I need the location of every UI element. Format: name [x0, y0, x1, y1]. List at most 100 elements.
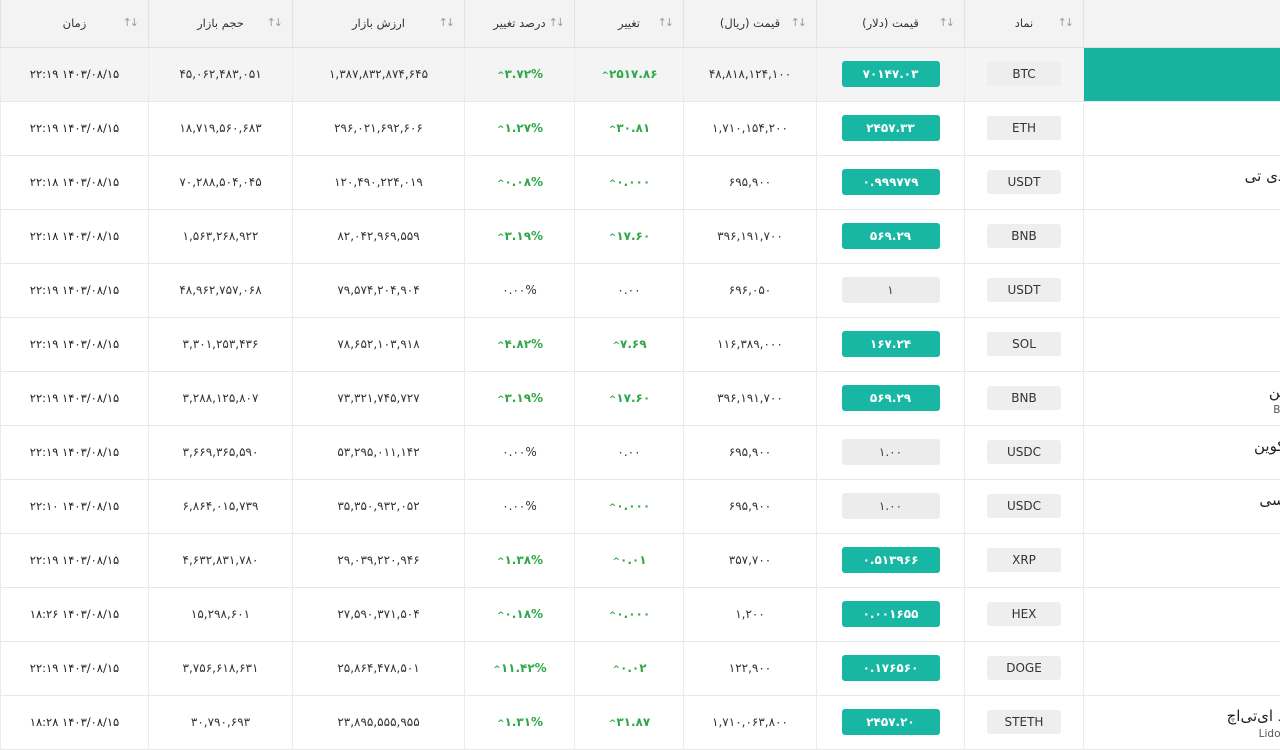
cell-change-percent: ^۰.۱۸%: [464, 587, 575, 641]
cell-time: ۱۸:۲۶ ۱۴۰۳/۰۸/۱۵: [0, 587, 149, 641]
header-market-cap[interactable]: ↑↓ ارزش بازار: [292, 0, 465, 48]
cell-market-cap: ۱۲۰,۴۹۰,۲۲۴,۰۱۹: [292, 155, 465, 209]
table-row[interactable]: ۲۲:۱۹ ۱۴۰۳/۰۸/۱۵ ۴۵,۰۶۲,۴۸۳,۰۵۱ ۱,۳۸۷,۸۳…: [0, 47, 1280, 101]
cell-market-cap: ۷۳,۳۲۱,۷۴۵,۷۲۷: [292, 371, 465, 425]
sort-arrows-icon[interactable]: ↑↓: [439, 16, 456, 29]
cell-volume: ۴۸,۹۶۲,۷۵۷,۰۶۸: [148, 263, 293, 317]
cell-time: ۲۲:۱۹ ۱۴۰۳/۰۸/۱۵: [0, 47, 149, 101]
symbol-badge: DOGE: [987, 656, 1061, 680]
table-row[interactable]: ۲۲:۱۹ ۱۴۰۳/۰۸/۱۵ ۳,۷۵۶,۶۱۸,۶۳۱ ۲۵,۸۶۴,۴۷…: [0, 641, 1280, 695]
cell-time: ۲۲:۱۹ ۱۴۰۳/۰۸/۱۵: [0, 533, 149, 587]
cell-change: ^۳۱.۸۷: [574, 695, 684, 749]
cell-volume: ۱,۵۶۳,۲۶۸,۹۲۲: [148, 209, 293, 263]
cell-price-usd: ۰.۰۰۱۶۵۵: [816, 587, 965, 641]
table-row[interactable]: ۲۲:۱۹ ۱۴۰۳/۰۸/۱۵ ۴۸,۹۶۲,۷۵۷,۰۶۸ ۷۹,۵۷۴,۲…: [0, 263, 1280, 317]
price-usd-badge: ۲۴۵۷.۲۰: [841, 709, 940, 735]
table-row[interactable]: ۲۲:۱۹ ۱۴۰۳/۰۸/۱۵ ۳,۲۸۸,۱۲۵,۸۰۷ ۷۳,۳۲۱,۷۴…: [0, 371, 1280, 425]
table-row[interactable]: ۱۸:۲۸ ۱۴۰۳/۰۸/۱۵ ۳۰,۷۹۰,۶۹۳ ۲۳,۸۹۵,۵۵۵,۹…: [0, 695, 1280, 749]
cell-symbol: USDC: [964, 479, 1084, 533]
cell-name[interactable]: [1083, 317, 1280, 371]
sort-arrows-icon[interactable]: ↑↓: [939, 16, 956, 29]
cell-name[interactable]: [1083, 587, 1280, 641]
cell-name[interactable]: [1083, 101, 1280, 155]
cell-price-rial: ۱۲۲,۹۰۰: [683, 641, 817, 695]
cell-price-usd: ۰.۹۹۹۷۷۹: [816, 155, 965, 209]
sort-arrows-icon[interactable]: ↑↓: [123, 16, 140, 29]
cell-name[interactable]: [1083, 533, 1280, 587]
up-arrow-icon: ^: [612, 341, 620, 351]
cell-time: ۲۲:۱۹ ۱۴۰۳/۰۸/۱۵: [0, 425, 149, 479]
table-row[interactable]: ۲۲:۱۹ ۱۴۰۳/۰۸/۱۵ ۳,۳۰۱,۲۵۳,۴۳۶ ۷۸,۶۵۲,۱۰…: [0, 317, 1280, 371]
symbol-badge: SOL: [987, 332, 1061, 356]
cell-change-percent: ^۳.۱۹%: [464, 209, 575, 263]
cell-symbol: STETH: [964, 695, 1084, 749]
header-name: [1083, 0, 1280, 48]
cell-name[interactable]: [1083, 641, 1280, 695]
cell-symbol: BNB: [964, 209, 1084, 263]
cell-price-usd: ۱۶۷.۲۴: [816, 317, 965, 371]
header-price-usd[interactable]: ↑↓ قیمت (دلار): [816, 0, 965, 48]
cell-name[interactable]: د ای‌تی‌اچ Lido: [1083, 695, 1280, 749]
cell-market-cap: ۲۹۶,۰۲۱,۶۹۲,۶۰۶: [292, 101, 465, 155]
price-usd-badge: ۰.۹۹۹۷۷۹: [841, 169, 940, 195]
price-usd-badge: ۰.۵۱۳۹۶۶: [841, 547, 940, 573]
cell-price-rial: ۳۵۷,۷۰۰: [683, 533, 817, 587]
header-volume[interactable]: ↑↓ حجم بازار: [148, 0, 293, 48]
symbol-badge: USDC: [987, 494, 1061, 518]
sort-arrows-icon[interactable]: ↑↓: [267, 16, 284, 29]
cell-symbol: USDC: [964, 425, 1084, 479]
symbol-badge: USDT: [987, 170, 1061, 194]
header-time[interactable]: ↑↓ زمان: [0, 0, 149, 48]
sort-arrows-icon[interactable]: ↑↓: [549, 16, 566, 29]
cell-price-rial: ۴۸,۸۱۸,۱۲۴,۱۰۰: [683, 47, 817, 101]
symbol-badge: ETH: [987, 116, 1061, 140]
table-row[interactable]: ۲۲:۱۸ ۱۴۰۳/۰۸/۱۵ ۱,۵۶۳,۲۶۸,۹۲۲ ۸۲,۰۴۲,۹۶…: [0, 209, 1280, 263]
cell-price-rial: ۶۹۵,۹۰۰: [683, 425, 817, 479]
header-symbol[interactable]: ↑↓ نماد: [964, 0, 1084, 48]
cell-change-percent: ۰.۰۰%: [464, 263, 575, 317]
coin-name: کوین: [1254, 436, 1280, 455]
table-row[interactable]: ۲۲:۱۰ ۱۴۰۳/۰۸/۱۵ ۶,۸۶۴,۰۱۵,۷۳۹ ۳۵,۳۵۰,۹۳…: [0, 479, 1280, 533]
sort-arrows-icon[interactable]: ↑↓: [791, 16, 808, 29]
cell-volume: ۴,۶۳۲,۸۳۱,۷۸۰: [148, 533, 293, 587]
price-usd-badge: ۱.۰۰: [841, 439, 940, 465]
table-row[interactable]: ۱۸:۲۶ ۱۴۰۳/۰۸/۱۵ ۱۵,۲۹۸,۶۰۱ ۲۷,۵۹۰,۳۷۱,۵…: [0, 587, 1280, 641]
cell-price-usd: ۱: [816, 263, 965, 317]
cell-change-percent: ^۱.۳۸%: [464, 533, 575, 587]
cell-change: ^۱۷.۶۰: [574, 371, 684, 425]
header-change[interactable]: ↑↓ تغییر: [574, 0, 684, 48]
symbol-badge: STETH: [987, 710, 1061, 734]
price-usd-badge: ۰.۱۷۶۵۶۰: [841, 655, 940, 681]
table-row[interactable]: ۲۲:۱۹ ۱۴۰۳/۰۸/۱۵ ۱۸,۷۱۹,۵۶۰,۶۸۳ ۲۹۶,۰۲۱,…: [0, 101, 1280, 155]
sort-arrows-icon[interactable]: ↑↓: [1058, 16, 1075, 29]
cell-name[interactable]: [1083, 209, 1280, 263]
cell-market-cap: ۱,۳۸۷,۸۳۲,۸۷۴,۶۴۵: [292, 47, 465, 101]
cell-name[interactable]: دی تی: [1083, 155, 1280, 209]
cell-time: ۲۲:۱۹ ۱۴۰۳/۰۸/۱۵: [0, 641, 149, 695]
cell-time: ۲۲:۱۹ ۱۴۰۳/۰۸/۱۵: [0, 263, 149, 317]
symbol-badge: BNB: [987, 224, 1061, 248]
cell-change: ^۳۰.۸۱: [574, 101, 684, 155]
header-change-percent[interactable]: ↑↓ درصد تغییر: [464, 0, 575, 48]
crypto-market-table: ↑↓ زمان ↑↓ حجم بازار ↑↓ ارزش بازار ↑↓ درصد ت…: [0, 0, 1280, 750]
cell-market-cap: ۷۹,۵۷۴,۲۰۴,۹۰۴: [292, 263, 465, 317]
price-usd-badge: ۱: [841, 277, 940, 303]
cell-name[interactable]: سی: [1083, 479, 1280, 533]
header-price-rial[interactable]: ↑↓ قیمت (ریال): [683, 0, 817, 48]
table-row[interactable]: ۲۲:۱۹ ۱۴۰۳/۰۸/۱۵ ۳,۶۶۹,۳۶۵,۵۹۰ ۵۳,۲۹۵,۰۱…: [0, 425, 1280, 479]
cell-market-cap: ۷۸,۶۵۲,۱۰۳,۹۱۸: [292, 317, 465, 371]
cell-name[interactable]: ین B: [1083, 371, 1280, 425]
up-arrow-icon: ^: [612, 557, 620, 567]
table-row[interactable]: ۲۲:۱۸ ۱۴۰۳/۰۸/۱۵ ۷۰,۲۸۸,۵۰۴,۰۴۵ ۱۲۰,۴۹۰,…: [0, 155, 1280, 209]
cell-name[interactable]: [1083, 47, 1280, 101]
cell-price-usd: ۵۶۹.۲۹: [816, 209, 965, 263]
price-usd-badge: ۱.۰۰: [841, 493, 940, 519]
coin-name: د ای‌تی‌اچ: [1226, 706, 1280, 725]
cell-volume: ۳,۷۵۶,۶۱۸,۶۳۱: [148, 641, 293, 695]
cell-name[interactable]: کوین: [1083, 425, 1280, 479]
cell-symbol: HEX: [964, 587, 1084, 641]
cell-name[interactable]: [1083, 263, 1280, 317]
sort-arrows-icon[interactable]: ↑↓: [658, 16, 675, 29]
symbol-badge: XRP: [987, 548, 1061, 572]
table-row[interactable]: ۲۲:۱۹ ۱۴۰۳/۰۸/۱۵ ۴,۶۳۲,۸۳۱,۷۸۰ ۲۹,۰۳۹,۲۲…: [0, 533, 1280, 587]
